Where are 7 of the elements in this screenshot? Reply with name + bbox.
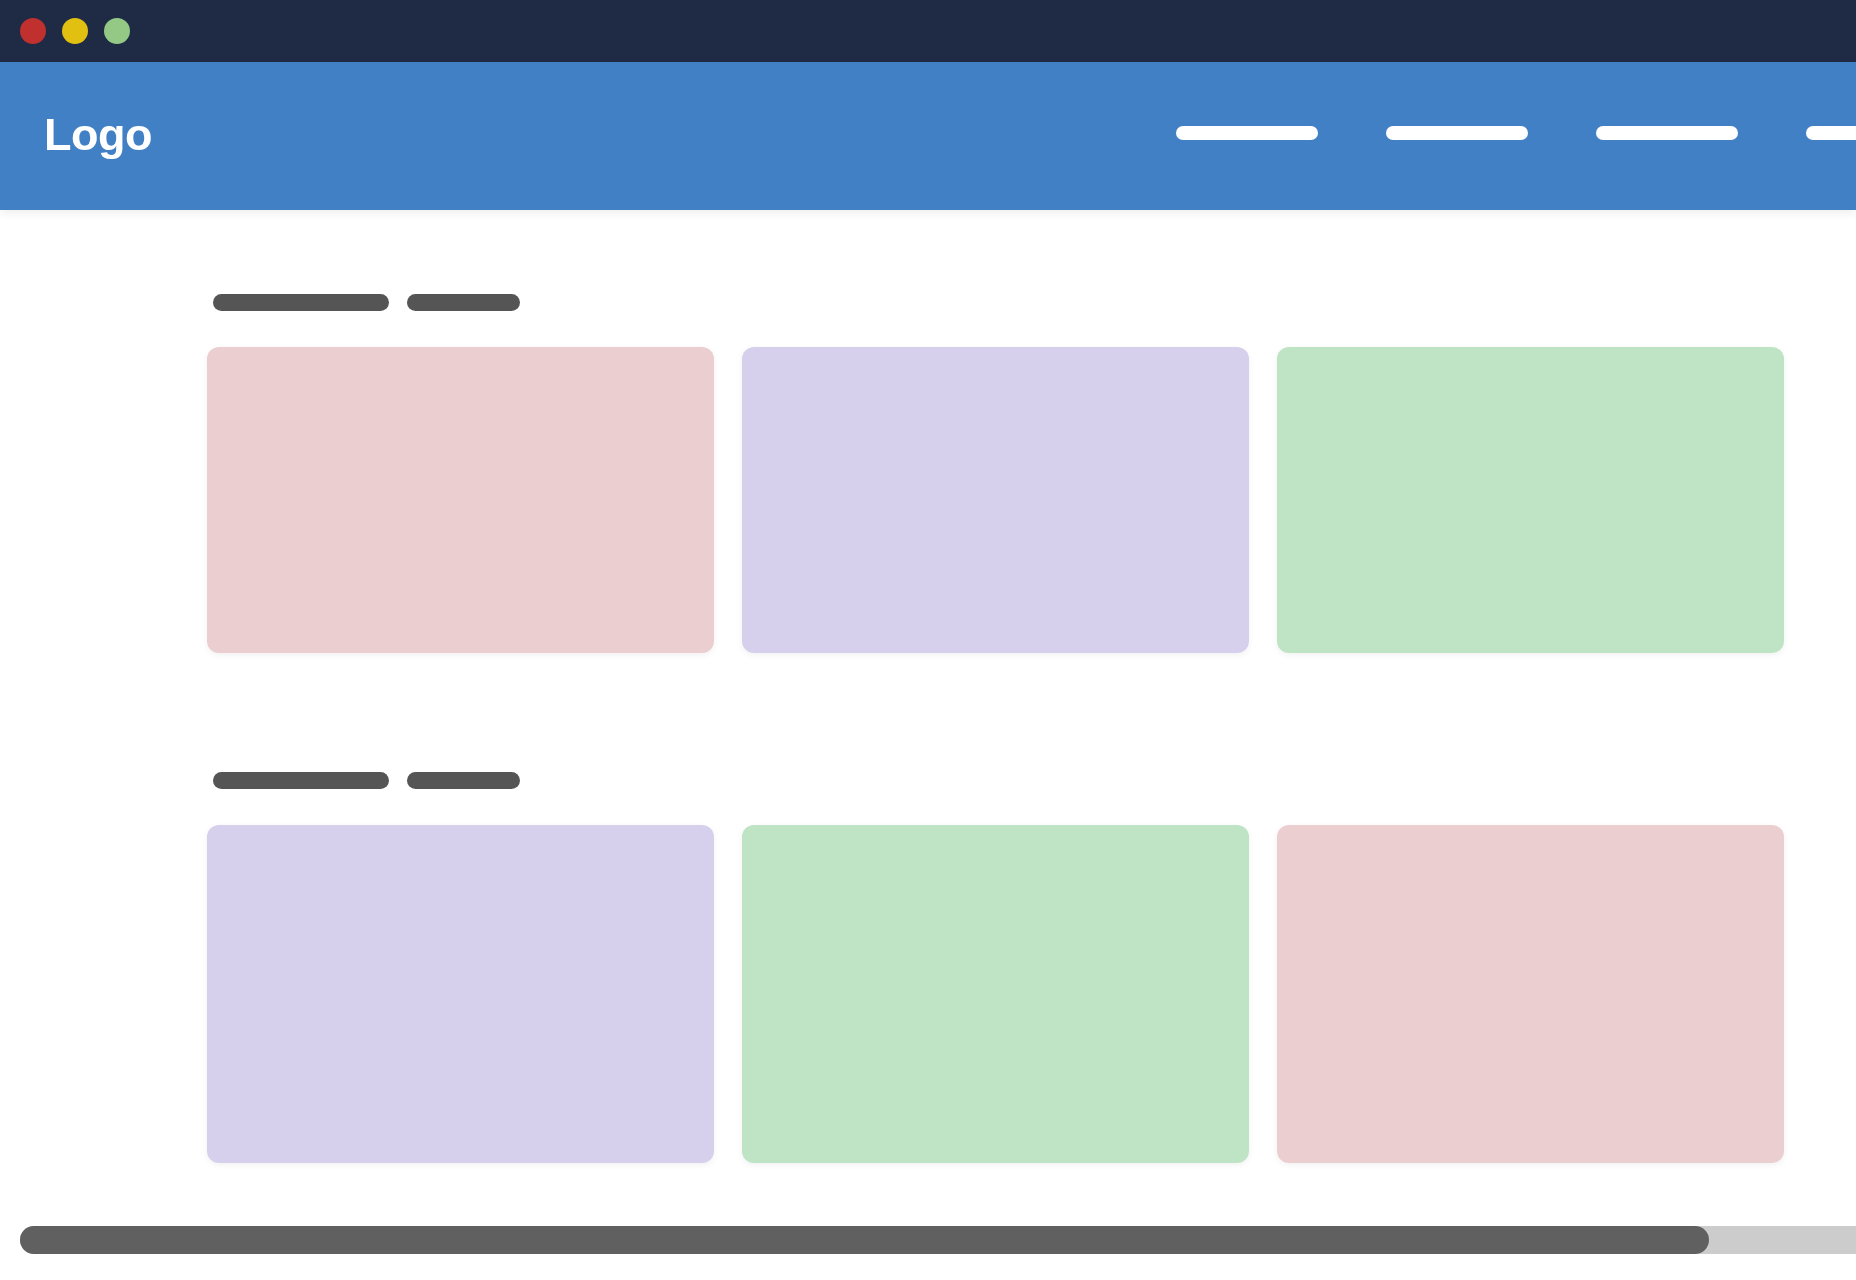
window-minimize-icon[interactable]	[62, 18, 88, 44]
nav-link-placeholder[interactable]	[1386, 126, 1528, 140]
logo: Logo	[44, 110, 152, 160]
window-close-icon[interactable]	[20, 18, 46, 44]
nav-link-placeholder[interactable]	[1176, 126, 1318, 140]
window-maximize-icon[interactable]	[104, 18, 130, 44]
nav-link-placeholder[interactable]	[1596, 126, 1738, 140]
